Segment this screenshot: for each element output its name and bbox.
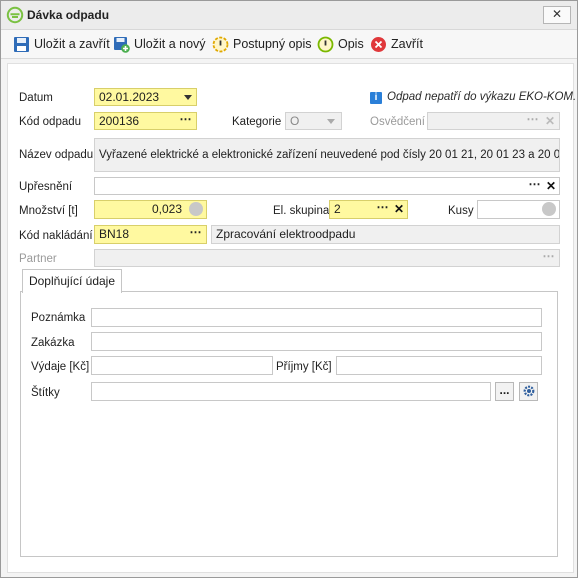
- kod-nakladani-field[interactable]: BN18 ⋯: [94, 225, 207, 244]
- zakazka-label: Zakázka: [31, 337, 75, 349]
- calculator-icon[interactable]: [542, 202, 556, 216]
- zakazka-field[interactable]: [91, 332, 542, 351]
- close-circle-icon: [371, 36, 386, 52]
- title-bar: Dávka odpadu ✕: [1, 1, 577, 30]
- opis-button[interactable]: Opis: [317, 33, 364, 55]
- clear-icon[interactable]: ✕: [544, 178, 558, 194]
- nazev-odpadu-field: Vyřazené elektrické a elektronické zaříz…: [94, 138, 560, 172]
- upresneni-field[interactable]: ⋯ ✕: [94, 177, 560, 195]
- nazev-odpadu-label: Název odpadu: [19, 149, 94, 161]
- kod-nakladani-desc-value: Zpracování elektroodpadu: [216, 227, 356, 241]
- save-close-label: Uložit a zavřít: [34, 37, 110, 51]
- step-copy-icon: [212, 36, 229, 52]
- copy-icon: [317, 36, 334, 52]
- ellipsis-icon[interactable]: ⋯: [525, 113, 539, 129]
- save-new-button[interactable]: Uložit a nový: [113, 33, 206, 55]
- ellipsis-icon[interactable]: ⋯: [527, 178, 541, 194]
- kod-nakladani-value: BN18: [99, 227, 130, 241]
- save-new-label: Uložit a nový: [134, 37, 206, 51]
- kusy-label: Kusy: [448, 205, 474, 217]
- zavrit-button[interactable]: Zavřít: [370, 33, 423, 55]
- tab-panel: Poznámka Zakázka Výdaje [Kč] Příjmy [Kč]…: [20, 291, 558, 557]
- nazev-odpadu-value: Vyřazené elektrické a elektronické zaříz…: [99, 149, 560, 161]
- save-close-button[interactable]: Uložit a zavřít: [13, 33, 110, 55]
- el-skupina-label: El. skupina: [273, 205, 330, 217]
- ellipsis-icon: ...: [499, 383, 510, 397]
- mnozstvi-value: 0,023: [151, 202, 182, 216]
- zavrit-label: Zavřít: [391, 37, 423, 51]
- ellipsis-icon[interactable]: ⋯: [541, 250, 555, 266]
- stitky-field[interactable]: [91, 382, 491, 401]
- kategorie-label: Kategorie: [232, 116, 282, 128]
- vydaje-field[interactable]: [91, 356, 273, 375]
- postupny-opis-label: Postupný opis: [233, 37, 312, 51]
- osvedceni-label: Osvědčení: [370, 116, 425, 128]
- opis-label: Opis: [338, 37, 364, 51]
- partner-label: Partner: [19, 253, 57, 265]
- kod-odpadu-value: 200136: [99, 114, 140, 128]
- gear-icon: [523, 385, 534, 397]
- stitky-label: Štítky: [31, 387, 60, 399]
- chevron-down-icon[interactable]: [184, 95, 192, 100]
- osvedceni-field[interactable]: ⋯ ✕: [427, 112, 560, 130]
- form-area: Datum 02.01.2023 i Odpad nepatří do výka…: [7, 63, 577, 573]
- partner-field[interactable]: ⋯: [94, 249, 560, 267]
- save-new-icon: [114, 36, 130, 53]
- mnozstvi-field[interactable]: 0,023: [94, 200, 207, 219]
- postupny-opis-button[interactable]: Postupný opis: [212, 33, 312, 55]
- el-skupina-field[interactable]: 2 ⋯ ✕: [329, 200, 408, 219]
- mnozstvi-label: Množství [t]: [19, 205, 78, 217]
- chevron-down-icon[interactable]: [327, 119, 335, 124]
- ellipsis-icon[interactable]: ⋯: [188, 226, 202, 242]
- tab-doplnujici-udaje[interactable]: Doplňující údaje: [22, 269, 122, 293]
- stitky-settings-button[interactable]: [519, 382, 538, 401]
- clear-icon[interactable]: ✕: [392, 201, 406, 217]
- poznamka-field[interactable]: [91, 308, 542, 327]
- kusy-field[interactable]: [477, 200, 560, 219]
- vydaje-label: Výdaje [Kč]: [31, 361, 90, 373]
- window-close-button[interactable]: ✕: [543, 6, 571, 24]
- stitky-browse-button[interactable]: ...: [495, 382, 514, 401]
- app-logo-icon: [6, 6, 24, 24]
- toolbar: Uložit a zavřít Uložit a nový Postupný o…: [1, 30, 577, 59]
- poznamka-label: Poznámka: [31, 312, 86, 324]
- dialog-window: Dávka odpadu ✕ Uložit a zavřít Uložit a …: [0, 0, 578, 578]
- ellipsis-icon[interactable]: ⋯: [375, 201, 389, 217]
- prijmy-label: Příjmy [Kč]: [276, 361, 332, 373]
- info-note: Odpad nepatří do výkazu EKO-KOM.: [387, 91, 577, 103]
- kod-nakladani-label: Kód nakládání: [19, 230, 93, 242]
- prijmy-field[interactable]: [336, 356, 542, 375]
- clear-icon[interactable]: ✕: [543, 113, 557, 129]
- info-icon: i: [370, 92, 382, 104]
- kategorie-value: O: [290, 114, 300, 128]
- kod-nakladani-desc: Zpracování elektroodpadu: [211, 225, 560, 244]
- upresneni-label: Upřesnění: [19, 181, 73, 193]
- kod-odpadu-label: Kód odpadu: [19, 116, 82, 128]
- tab-area: Doplňující údaje Poznámka Zakázka Výdaje…: [20, 269, 558, 557]
- calculator-icon[interactable]: [189, 202, 203, 216]
- datum-value: 02.01.2023: [99, 90, 160, 104]
- window-title: Dávka odpadu: [27, 8, 110, 22]
- datum-field[interactable]: 02.01.2023: [94, 88, 197, 106]
- el-skupina-value: 2: [334, 202, 341, 216]
- kategorie-select[interactable]: O: [285, 112, 342, 130]
- close-icon: ✕: [551, 7, 563, 21]
- kod-odpadu-field[interactable]: 200136 ⋯: [94, 112, 197, 130]
- datum-label: Datum: [19, 92, 53, 104]
- ellipsis-icon[interactable]: ⋯: [178, 113, 192, 129]
- save-icon: [14, 36, 29, 52]
